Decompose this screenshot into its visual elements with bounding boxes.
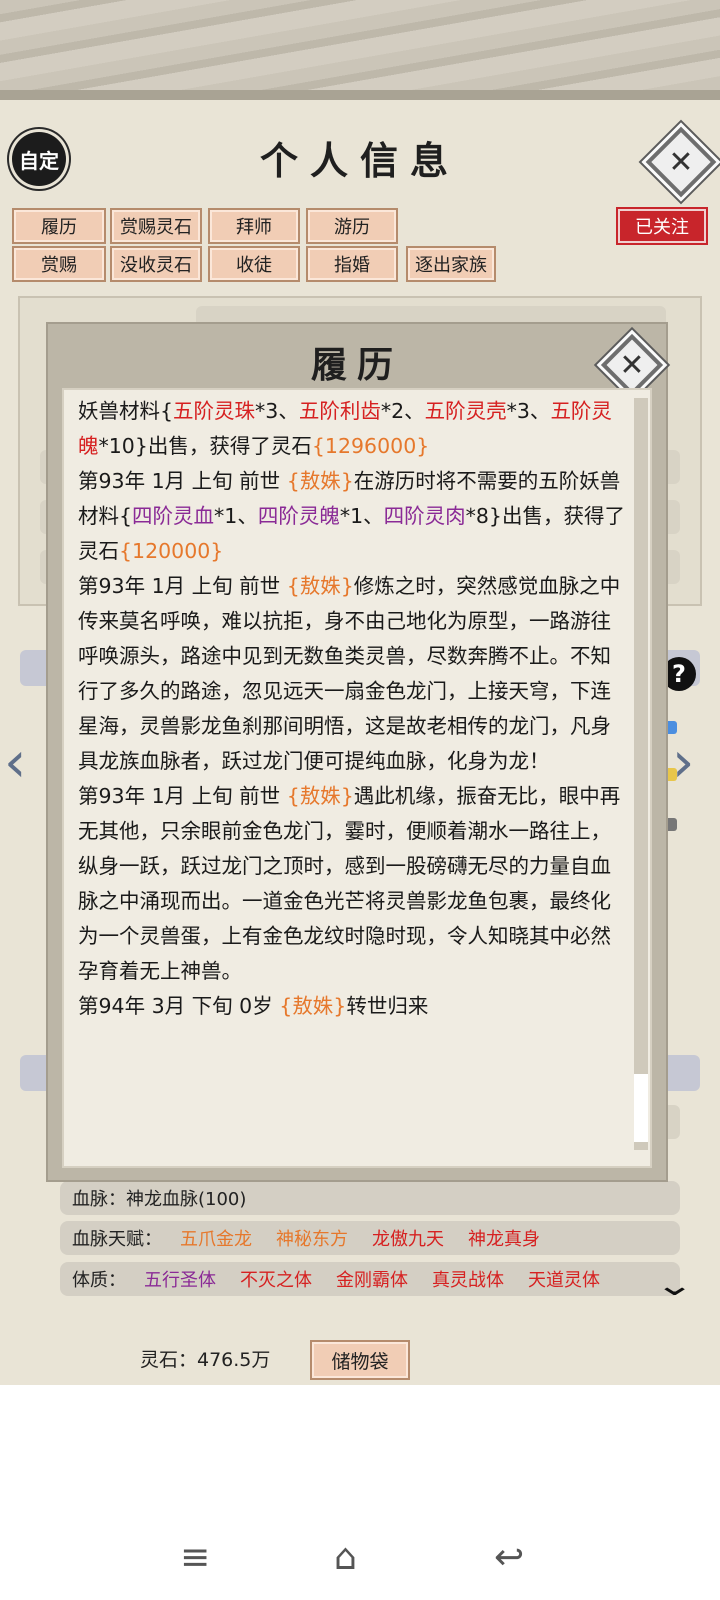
physique-label: 体质： bbox=[72, 1270, 126, 1291]
log-segment: 第93年 1月 上旬 前世 bbox=[78, 574, 287, 598]
talent-tag[interactable]: 神秘东方 bbox=[276, 1225, 348, 1251]
log-segment: 第94年 3月 下旬 0岁 bbox=[78, 994, 280, 1018]
chevron-right-icon[interactable]: › bbox=[672, 730, 694, 795]
action-button[interactable]: 没收灵石 bbox=[110, 246, 202, 282]
log-entry: 妖兽材料{五阶灵珠*3、五阶利齿*2、五阶灵壳*3、五阶灵魄*10}出售，获得了… bbox=[78, 394, 628, 464]
log-segment: *10}出售，获得了灵石 bbox=[98, 434, 312, 458]
history-log-text: 妖兽材料{五阶灵珠*3、五阶利齿*2、五阶灵壳*3、五阶灵魄*10}出售，获得了… bbox=[78, 394, 628, 1024]
talent-tag[interactable]: 龙傲九天 bbox=[372, 1225, 444, 1251]
log-entry: 第93年 1月 上旬 前世 {敖姝}在游历时将不需要的五阶妖兽材料{四阶灵血*1… bbox=[78, 464, 628, 569]
log-segment: 第93年 1月 上旬 前世 bbox=[78, 469, 287, 493]
log-entry: 第94年 3月 下旬 0岁 {敖姝}转世归来 bbox=[78, 989, 628, 1024]
action-button[interactable]: 收徒 bbox=[208, 246, 300, 282]
bloodline-talent-row: 血脉天赋： 五爪金龙 神秘东方 龙傲九天 神龙真身 bbox=[60, 1221, 680, 1255]
log-segment: *3、 bbox=[255, 399, 299, 423]
talent-tag[interactable]: 神龙真身 bbox=[468, 1225, 540, 1251]
back-icon[interactable]: ↩ bbox=[494, 1537, 524, 1578]
top-decoration bbox=[0, 0, 720, 100]
talent-tag[interactable]: 五爪金龙 bbox=[180, 1225, 252, 1251]
bloodline-label: 血脉： bbox=[72, 1189, 126, 1210]
log-segment: 转世归来 bbox=[346, 994, 429, 1018]
action-button[interactable]: 逐出家族 bbox=[406, 246, 496, 282]
log-segment: *3、 bbox=[506, 399, 551, 423]
modal-title: 履历 bbox=[310, 344, 403, 386]
log-segment: *1、 bbox=[214, 504, 258, 528]
log-segment: {120000} bbox=[119, 539, 224, 563]
log-segment: {敖姝} bbox=[286, 469, 354, 493]
chevron-left-icon[interactable]: ‹ bbox=[4, 730, 26, 795]
log-segment: 四阶灵肉 bbox=[383, 504, 466, 528]
log-segment: *2、 bbox=[380, 399, 425, 423]
log-segment: 妖兽材料{ bbox=[78, 399, 174, 423]
follow-status-badge[interactable]: 已关注 bbox=[618, 209, 706, 243]
menu-icon[interactable]: ≡ bbox=[180, 1537, 210, 1578]
physique-row: 体质： 五行圣体 不灭之体 金刚霸体 真灵战体 天道灵体 bbox=[60, 1262, 680, 1296]
log-segment: 五阶灵壳 bbox=[424, 399, 507, 423]
home-icon[interactable]: ⌂ bbox=[334, 1537, 357, 1578]
physique-tag[interactable]: 五行圣体 bbox=[144, 1266, 216, 1292]
physique-tag[interactable]: 金刚霸体 bbox=[336, 1266, 408, 1292]
log-segment: 修炼之时，突然感觉血脉之中传来莫名呼唤，难以抗拒，身不由己地化为原型，一路游往呼… bbox=[78, 574, 621, 773]
log-segment: {敖姝} bbox=[286, 784, 354, 808]
action-button[interactable]: 履历 bbox=[12, 208, 106, 244]
bloodline-value: 神龙血脉(100) bbox=[126, 1189, 247, 1210]
log-segment: 五阶灵珠 bbox=[173, 399, 256, 423]
system-nav-bar bbox=[0, 1520, 720, 1600]
close-icon: ✕ bbox=[668, 144, 694, 180]
log-segment: {1296000} bbox=[311, 434, 430, 458]
log-segment: {敖姝} bbox=[279, 994, 347, 1018]
action-button[interactable]: 指婚 bbox=[306, 246, 398, 282]
log-segment: 五阶利齿 bbox=[298, 399, 381, 423]
log-entry: 第93年 1月 上旬 前世 {敖姝}修炼之时，突然感觉血脉之中传来莫名呼唤，难以… bbox=[78, 569, 628, 779]
action-button[interactable]: 拜师 bbox=[208, 208, 300, 244]
scrollbar-track[interactable] bbox=[634, 398, 648, 1150]
action-button[interactable]: 游历 bbox=[306, 208, 398, 244]
log-segment: 第93年 1月 上旬 前世 bbox=[78, 784, 287, 808]
log-entry: 第93年 1月 上旬 前世 {敖姝}遇此机缘，振奋无比，眼中再无其他，只余眼前金… bbox=[78, 779, 628, 989]
chevron-down-icon[interactable]: ⌄ bbox=[654, 1268, 694, 1303]
physique-tag[interactable]: 天道灵体 bbox=[528, 1266, 600, 1292]
action-button[interactable]: 赏赐 bbox=[12, 246, 106, 282]
bloodline-talent-label: 血脉天赋： bbox=[72, 1229, 162, 1250]
log-segment: {敖姝} bbox=[286, 574, 354, 598]
log-segment: 四阶灵血 bbox=[132, 504, 215, 528]
page-title: 个人信息 bbox=[259, 138, 460, 183]
log-segment: *1、 bbox=[339, 504, 384, 528]
scrollbar-thumb[interactable] bbox=[634, 1074, 648, 1142]
physique-tag[interactable]: 不灭之体 bbox=[240, 1266, 312, 1292]
action-button[interactable]: 赏赐灵石 bbox=[110, 208, 202, 244]
storage-bag-button[interactable]: 储物袋 bbox=[310, 1340, 410, 1380]
physique-tag[interactable]: 真灵战体 bbox=[432, 1266, 504, 1292]
spirit-stone-amount: 灵石：476.5万 bbox=[140, 1349, 271, 1371]
bloodline-row: 血脉： 神龙血脉(100) bbox=[60, 1181, 680, 1215]
log-segment: 四阶灵魄 bbox=[257, 504, 340, 528]
log-segment: 遇此机缘，振奋无比，眼中再无其他，只余眼前金色龙门，霎时，便顺着潮水一路往上，纵… bbox=[78, 784, 621, 983]
history-log[interactable]: 妖兽材料{五阶灵珠*3、五阶利齿*2、五阶灵壳*3、五阶灵魄*10}出售，获得了… bbox=[62, 388, 652, 1168]
close-icon: ✕ bbox=[619, 347, 645, 383]
